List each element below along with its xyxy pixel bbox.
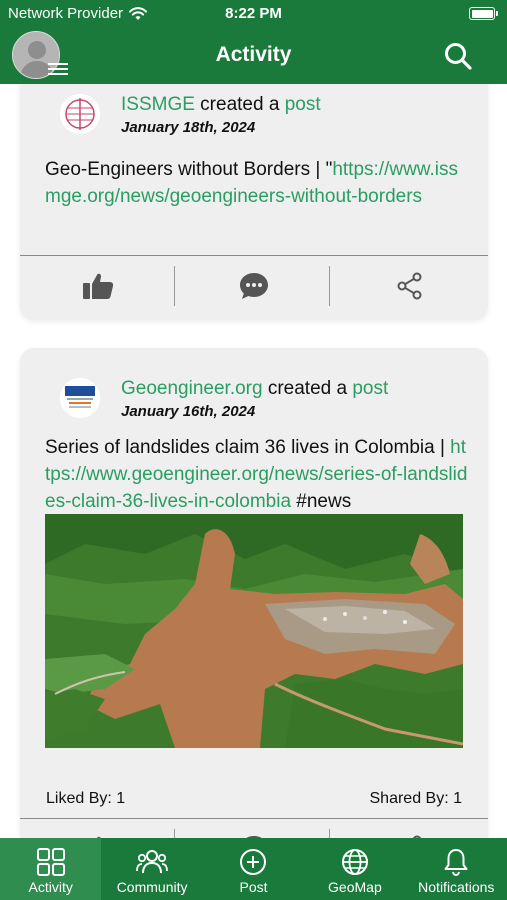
like-button[interactable] (20, 256, 176, 316)
post-date: January 16th, 2024 (121, 403, 256, 420)
post-card: ISSMGE created a post January 18th, 2024… (20, 84, 488, 320)
globe-icon (341, 849, 368, 875)
community-icon (136, 850, 168, 874)
tab-label: Activity (28, 879, 73, 895)
action-separator (329, 829, 330, 838)
shared-by-count[interactable]: Shared By: 1 (370, 790, 463, 808)
tab-activity[interactable]: Activity (0, 838, 102, 900)
bottom-tab-bar: Activity Community Post GeoMap Notificat… (0, 838, 507, 900)
tab-label: Post (239, 879, 268, 895)
share-button[interactable] (332, 256, 488, 316)
tab-label: Notifications (418, 879, 495, 895)
action-separator (174, 829, 175, 838)
plus-circle-icon (240, 849, 267, 875)
post-text: Geo-Engineers without Borders | "https:/… (45, 156, 470, 210)
battery-icon (469, 7, 498, 20)
post-author-link[interactable]: Geoengineer.org (121, 378, 263, 399)
liked-by-count[interactable]: Liked By: 1 (46, 790, 125, 808)
tab-geomap[interactable]: GeoMap (304, 838, 405, 900)
post-text: Series of landslides claim 36 lives in C… (45, 434, 470, 515)
activity-grid-icon (36, 848, 65, 876)
post-text-before: Geo-Engineers without Borders | " (45, 159, 333, 180)
post-action-text: created a (262, 378, 353, 399)
comment-button[interactable] (176, 256, 332, 316)
tab-label: GeoMap (328, 879, 382, 895)
post-text-after: #news (291, 491, 352, 512)
post-actions (20, 819, 488, 838)
post-date: January 18th, 2024 (121, 119, 256, 136)
post-actions (20, 256, 488, 316)
post-action-text: created a (194, 94, 285, 115)
geoengineer-logo (60, 378, 100, 418)
tab-community[interactable]: Community (101, 838, 202, 900)
page-title: Activity (215, 43, 292, 66)
action-separator (174, 266, 175, 306)
post-object-link[interactable]: post (285, 94, 321, 115)
comment-button[interactable] (176, 819, 332, 838)
post-header-text: Geoengineer.org created a post January 1… (121, 378, 388, 420)
thumbs-up-icon (83, 273, 114, 299)
share-button[interactable] (332, 819, 488, 838)
app-header: Activity (0, 28, 507, 84)
landslide-aerial-photo[interactable] (45, 514, 463, 748)
status-bar: Network Provider 8:22 PM (0, 0, 507, 28)
issmge-logo (60, 94, 100, 134)
tab-post[interactable]: Post (203, 838, 304, 900)
post-card: Geoengineer.org created a post January 1… (20, 348, 488, 838)
action-separator (329, 266, 330, 306)
post-object-link[interactable]: post (352, 378, 388, 399)
post-author-link[interactable]: ISSMGE (121, 94, 195, 115)
like-button[interactable] (20, 819, 176, 838)
comment-icon (240, 273, 268, 299)
tab-notifications[interactable]: Notifications (406, 838, 507, 900)
post-author-line: ISSMGE created a post (121, 94, 321, 116)
post-header-text: ISSMGE created a post January 18th, 2024 (121, 94, 321, 136)
activity-feed[interactable]: ISSMGE created a post January 18th, 2024… (0, 84, 507, 838)
search-icon[interactable] (443, 41, 473, 71)
bell-icon (444, 849, 468, 877)
share-icon (397, 272, 422, 300)
status-time: 8:22 PM (225, 5, 282, 22)
tab-label: Community (116, 879, 188, 895)
post-author-line: Geoengineer.org created a post (121, 378, 388, 400)
post-text-before: Series of landslides claim 36 lives in C… (45, 437, 451, 458)
